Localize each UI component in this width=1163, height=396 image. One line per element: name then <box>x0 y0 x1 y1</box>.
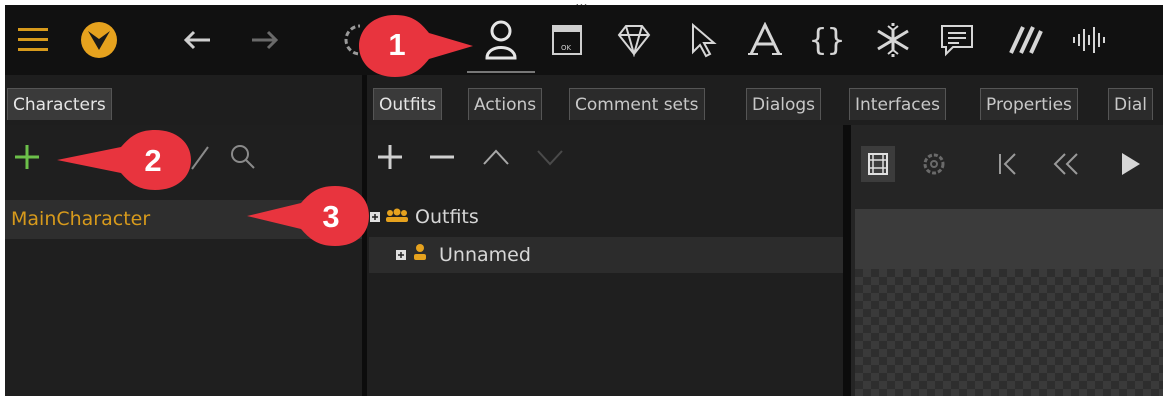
tab-dialogs[interactable]: Dialogs <box>746 88 822 120</box>
search-icon[interactable] <box>227 141 259 173</box>
rewind-icon[interactable] <box>1047 148 1085 180</box>
svg-text:OK: OK <box>561 44 572 52</box>
toolbar-active-indicator <box>467 71 535 73</box>
callout-2: 2 <box>55 127 195 193</box>
play-icon[interactable] <box>1113 148 1147 180</box>
expand-icon[interactable] <box>395 237 407 273</box>
tree-row-outfits[interactable]: Outfits <box>369 199 843 235</box>
callout-number: 2 <box>144 143 162 178</box>
cursor-icon[interactable] <box>683 15 723 65</box>
tab-characters[interactable]: Characters <box>7 88 112 120</box>
person-icon[interactable] <box>475 15 527 65</box>
callout-number: 1 <box>388 27 406 62</box>
stripes-icon[interactable] <box>1003 15 1047 65</box>
tree-label-outfits: Outfits <box>415 206 479 228</box>
outfits-toolbar <box>367 135 843 183</box>
panel-divider-right[interactable] <box>843 125 851 396</box>
tab-outfits[interactable]: Outfits <box>373 88 443 120</box>
preview-canvas <box>855 269 1163 396</box>
svg-text:{}: {} <box>809 23 845 58</box>
tab-actions[interactable]: Actions <box>468 88 543 120</box>
move-up-icon[interactable] <box>479 141 513 173</box>
logo-icon <box>77 15 121 65</box>
braces-icon[interactable]: {} <box>805 15 849 65</box>
tab-interfaces[interactable]: Interfaces <box>849 88 946 120</box>
main-toolbar: OK {} <box>5 5 1163 75</box>
callout-number: 3 <box>322 199 340 234</box>
callout-3: 3 <box>245 183 373 249</box>
add-icon[interactable] <box>11 141 43 173</box>
menu-icon[interactable] <box>13 15 53 65</box>
group-icon <box>385 199 409 235</box>
main-tab-bar: Outfits Actions Comment sets Dialogs Int… <box>367 88 1163 122</box>
snowflake-icon[interactable] <box>871 15 915 65</box>
font-icon[interactable] <box>743 15 787 65</box>
add-outfit-icon[interactable] <box>373 141 407 173</box>
preview-header-bar <box>855 209 1163 269</box>
tab-dial[interactable]: Dial <box>1108 88 1153 120</box>
left-tab-bar: Characters <box>5 88 362 122</box>
window-icon[interactable]: OK <box>545 15 589 65</box>
preview-toolbar <box>851 142 1163 190</box>
diamond-icon[interactable] <box>612 15 656 65</box>
tree-label-unnamed: Unnamed <box>439 244 531 266</box>
app-window: OK {} Characters Outfits Actions Comment… <box>5 5 1163 396</box>
tab-comment-sets[interactable]: Comment sets <box>569 88 705 120</box>
speech-icon[interactable] <box>935 15 979 65</box>
settings-icon[interactable] <box>917 148 951 180</box>
remove-outfit-icon[interactable] <box>425 141 459 173</box>
forward-arrow-icon[interactable] <box>243 15 287 65</box>
skip-start-icon[interactable] <box>991 148 1025 180</box>
waveform-icon[interactable] <box>1069 15 1109 65</box>
move-down-icon[interactable] <box>533 141 567 173</box>
callout-1: 1 <box>355 11 475 81</box>
tab-properties[interactable]: Properties <box>980 88 1078 120</box>
person-small-icon <box>413 237 427 273</box>
tree-row-unnamed[interactable]: Unnamed <box>369 237 843 273</box>
back-arrow-icon[interactable] <box>175 15 219 65</box>
film-icon[interactable] <box>861 146 895 182</box>
